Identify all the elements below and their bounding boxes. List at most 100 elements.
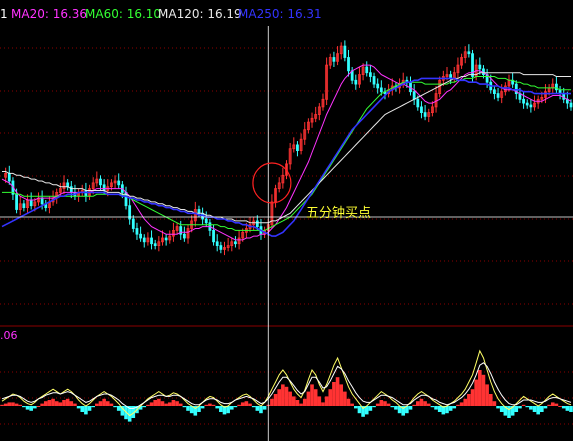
candle-body bbox=[182, 233, 186, 239]
histogram-bar bbox=[485, 384, 489, 406]
histogram-bar bbox=[295, 400, 300, 406]
histogram-bar bbox=[22, 406, 26, 408]
histogram-bar bbox=[426, 403, 431, 406]
ma-line-ma120 bbox=[2, 72, 571, 224]
candle-body bbox=[354, 79, 358, 85]
candle-body bbox=[234, 241, 237, 245]
histogram-bar bbox=[84, 406, 88, 415]
histogram-bar bbox=[532, 406, 537, 412]
histogram-bar bbox=[445, 406, 449, 414]
histogram-bar bbox=[390, 406, 395, 408]
candle-body bbox=[22, 203, 26, 209]
histogram-bar bbox=[313, 389, 318, 406]
histogram-bar bbox=[73, 403, 77, 406]
candle-body bbox=[376, 83, 380, 89]
histogram-bar bbox=[226, 406, 230, 414]
histogram-bar bbox=[343, 391, 347, 406]
histogram-bar bbox=[536, 406, 540, 415]
candle-body bbox=[420, 106, 423, 114]
histogram-bar bbox=[98, 401, 103, 406]
histogram-bar bbox=[540, 406, 544, 412]
histogram-bar bbox=[357, 406, 362, 414]
histogram-bar bbox=[153, 400, 157, 406]
histogram-bar bbox=[306, 391, 311, 406]
histogram-bar bbox=[430, 406, 435, 408]
candle-body bbox=[164, 237, 168, 241]
histogram-bar bbox=[481, 374, 486, 406]
candle-body bbox=[368, 72, 372, 77]
histogram-bar bbox=[302, 398, 307, 406]
histogram-bar bbox=[58, 402, 63, 406]
histogram-bar bbox=[554, 403, 559, 406]
histogram-bar bbox=[65, 398, 70, 406]
histogram-bar bbox=[416, 401, 420, 406]
histogram-bar bbox=[368, 406, 373, 411]
candle-body bbox=[117, 180, 121, 186]
histogram-bar bbox=[354, 406, 358, 409]
histogram-bar bbox=[113, 406, 117, 408]
ma250-label: MA250: 16.31 bbox=[238, 7, 322, 21]
candle-body bbox=[365, 66, 369, 74]
candle-body bbox=[423, 112, 427, 117]
candle-body bbox=[150, 237, 153, 245]
histogram-bar bbox=[550, 402, 555, 406]
histogram-bar bbox=[423, 401, 427, 406]
histogram-bar bbox=[36, 406, 41, 407]
histogram-bar bbox=[288, 391, 292, 406]
histogram-bar bbox=[419, 398, 424, 406]
histogram-bar bbox=[167, 402, 172, 406]
candle-body bbox=[197, 209, 201, 214]
histogram-bar bbox=[251, 406, 256, 408]
histogram-bar bbox=[379, 400, 384, 406]
histogram-bar bbox=[87, 406, 92, 411]
histogram-bar bbox=[408, 406, 413, 410]
histogram-bar bbox=[178, 403, 183, 406]
candle-body bbox=[212, 229, 215, 243]
candle-body bbox=[332, 57, 336, 62]
chart-canvas[interactable]: 1 MA20: 16.36 MA60: 16.10 MA120: 16.19 M… bbox=[0, 0, 573, 441]
histogram-bar bbox=[105, 401, 110, 406]
histogram-bar bbox=[248, 403, 252, 406]
candle-body bbox=[569, 102, 573, 108]
candle-body bbox=[15, 193, 18, 210]
histogram-bar bbox=[452, 406, 457, 409]
histogram-bar bbox=[109, 403, 114, 406]
histogram-bar bbox=[25, 406, 30, 410]
histogram-bar bbox=[346, 398, 351, 406]
histogram-bar bbox=[80, 406, 85, 412]
candle-body bbox=[102, 184, 106, 191]
histogram-bar bbox=[488, 394, 493, 406]
histogram-bar bbox=[339, 384, 344, 406]
histogram-bar bbox=[375, 403, 380, 406]
histogram-bar bbox=[492, 401, 497, 406]
histogram-bar bbox=[521, 404, 526, 406]
histogram-bar bbox=[437, 406, 442, 412]
candle-body bbox=[139, 233, 143, 239]
histogram-bar bbox=[164, 403, 168, 406]
histogram-bar bbox=[116, 406, 121, 411]
histogram-bar bbox=[514, 406, 519, 412]
histogram-bar bbox=[350, 403, 354, 406]
histogram-bar bbox=[157, 398, 161, 406]
histogram-bar bbox=[33, 406, 37, 409]
histogram-bar bbox=[171, 400, 176, 406]
candle-body bbox=[135, 228, 139, 235]
histogram-bar bbox=[277, 389, 282, 406]
candle-body bbox=[478, 64, 482, 70]
ma-line-ma20 bbox=[1, 64, 572, 241]
histogram-bar bbox=[160, 401, 165, 406]
histogram-bar bbox=[200, 406, 205, 409]
candle-body bbox=[255, 220, 259, 227]
candle-body bbox=[379, 87, 383, 93]
price-panel bbox=[1, 40, 573, 256]
histogram-bar bbox=[518, 406, 522, 409]
candle-body bbox=[219, 245, 223, 250]
histogram-bar bbox=[54, 401, 59, 406]
histogram-bar bbox=[182, 406, 187, 408]
histogram-bar bbox=[146, 404, 150, 406]
histogram-bar bbox=[95, 403, 99, 406]
histogram-bar bbox=[51, 398, 55, 406]
histogram-bar bbox=[499, 406, 504, 412]
histogram-bar bbox=[412, 404, 416, 406]
histogram-bar bbox=[543, 406, 548, 409]
